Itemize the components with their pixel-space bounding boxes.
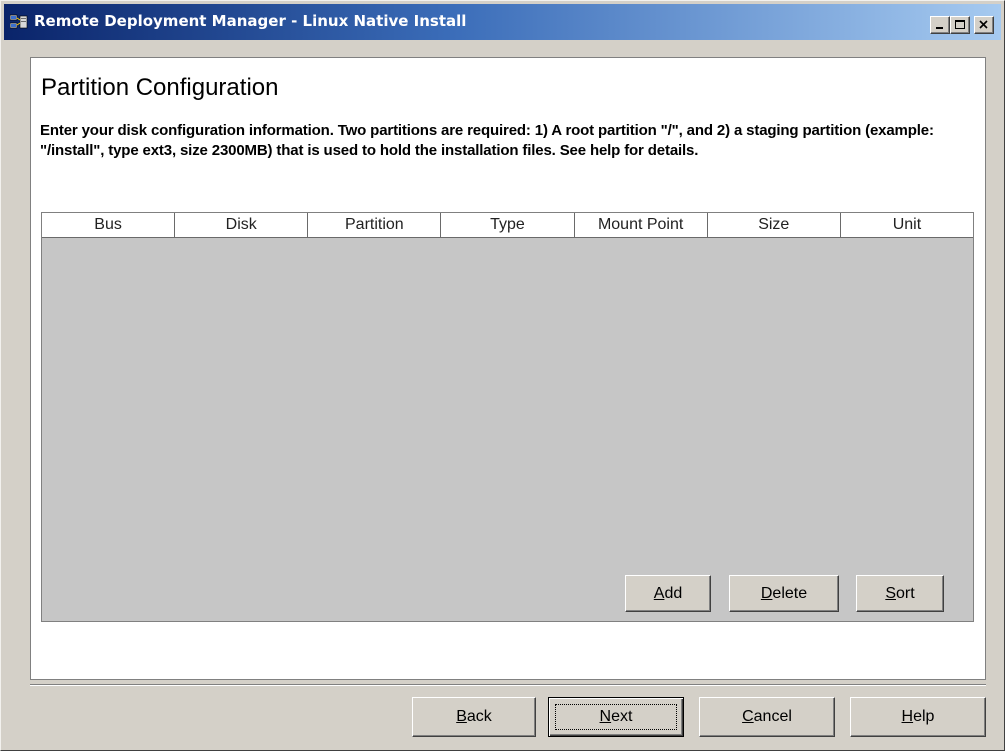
window-title: Remote Deployment Manager - Linux Native…: [34, 12, 467, 30]
title-bar[interactable]: Remote Deployment Manager - Linux Native…: [4, 4, 1001, 40]
table-body[interactable]: [42, 238, 973, 621]
column-header-disk[interactable]: Disk: [175, 213, 309, 237]
column-header-unit[interactable]: Unit: [841, 213, 973, 237]
column-header-bus[interactable]: Bus: [42, 213, 176, 237]
focus-ring: [555, 704, 677, 730]
page-title: Partition Configuration: [41, 74, 279, 101]
close-button[interactable]: [974, 16, 994, 34]
sort-hotkey: S: [885, 585, 896, 602]
maximize-button[interactable]: [950, 16, 970, 34]
cancel-button[interactable]: Cancel: [699, 697, 835, 737]
table-header: Bus Disk Partition Type Mount Point Size…: [42, 213, 973, 238]
delete-button[interactable]: Delete: [729, 575, 839, 612]
help-label-rest: elp: [913, 708, 935, 725]
add-hotkey: A: [653, 585, 665, 602]
minimize-button[interactable]: [930, 16, 950, 34]
delete-label-rest: elete: [772, 585, 808, 602]
column-header-mount-point[interactable]: Mount Point: [575, 213, 708, 237]
column-header-partition[interactable]: Partition: [308, 213, 442, 237]
next-button[interactable]: Next: [548, 697, 684, 737]
help-hotkey: H: [901, 708, 914, 725]
help-button[interactable]: Help: [850, 697, 986, 737]
content-panel: Partition Configuration Enter your disk …: [30, 57, 986, 680]
maximize-icon: [955, 20, 965, 29]
cancel-label-rest: ancel: [753, 708, 792, 725]
partition-table: Bus Disk Partition Type Mount Point Size…: [41, 212, 974, 622]
column-header-size[interactable]: Size: [708, 213, 841, 237]
minimize-icon: [936, 27, 943, 29]
add-label-rest: dd: [664, 585, 683, 602]
sort-label-rest: ort: [896, 585, 915, 602]
back-hotkey: B: [456, 708, 467, 725]
delete-hotkey: D: [760, 585, 773, 602]
instructions-text: Enter your disk configuration informatio…: [40, 122, 934, 159]
back-button[interactable]: Back: [412, 697, 536, 737]
column-header-type[interactable]: Type: [441, 213, 575, 237]
footer-separator: [30, 684, 986, 686]
network-computers-icon: [9, 14, 28, 30]
installer-window: Remote Deployment Manager - Linux Native…: [0, 0, 1005, 751]
back-label-rest: ack: [466, 708, 492, 725]
close-icon: [979, 20, 988, 29]
add-button[interactable]: Add: [625, 575, 711, 612]
sort-button[interactable]: Sort: [856, 575, 944, 612]
cancel-hotkey: C: [742, 708, 754, 725]
